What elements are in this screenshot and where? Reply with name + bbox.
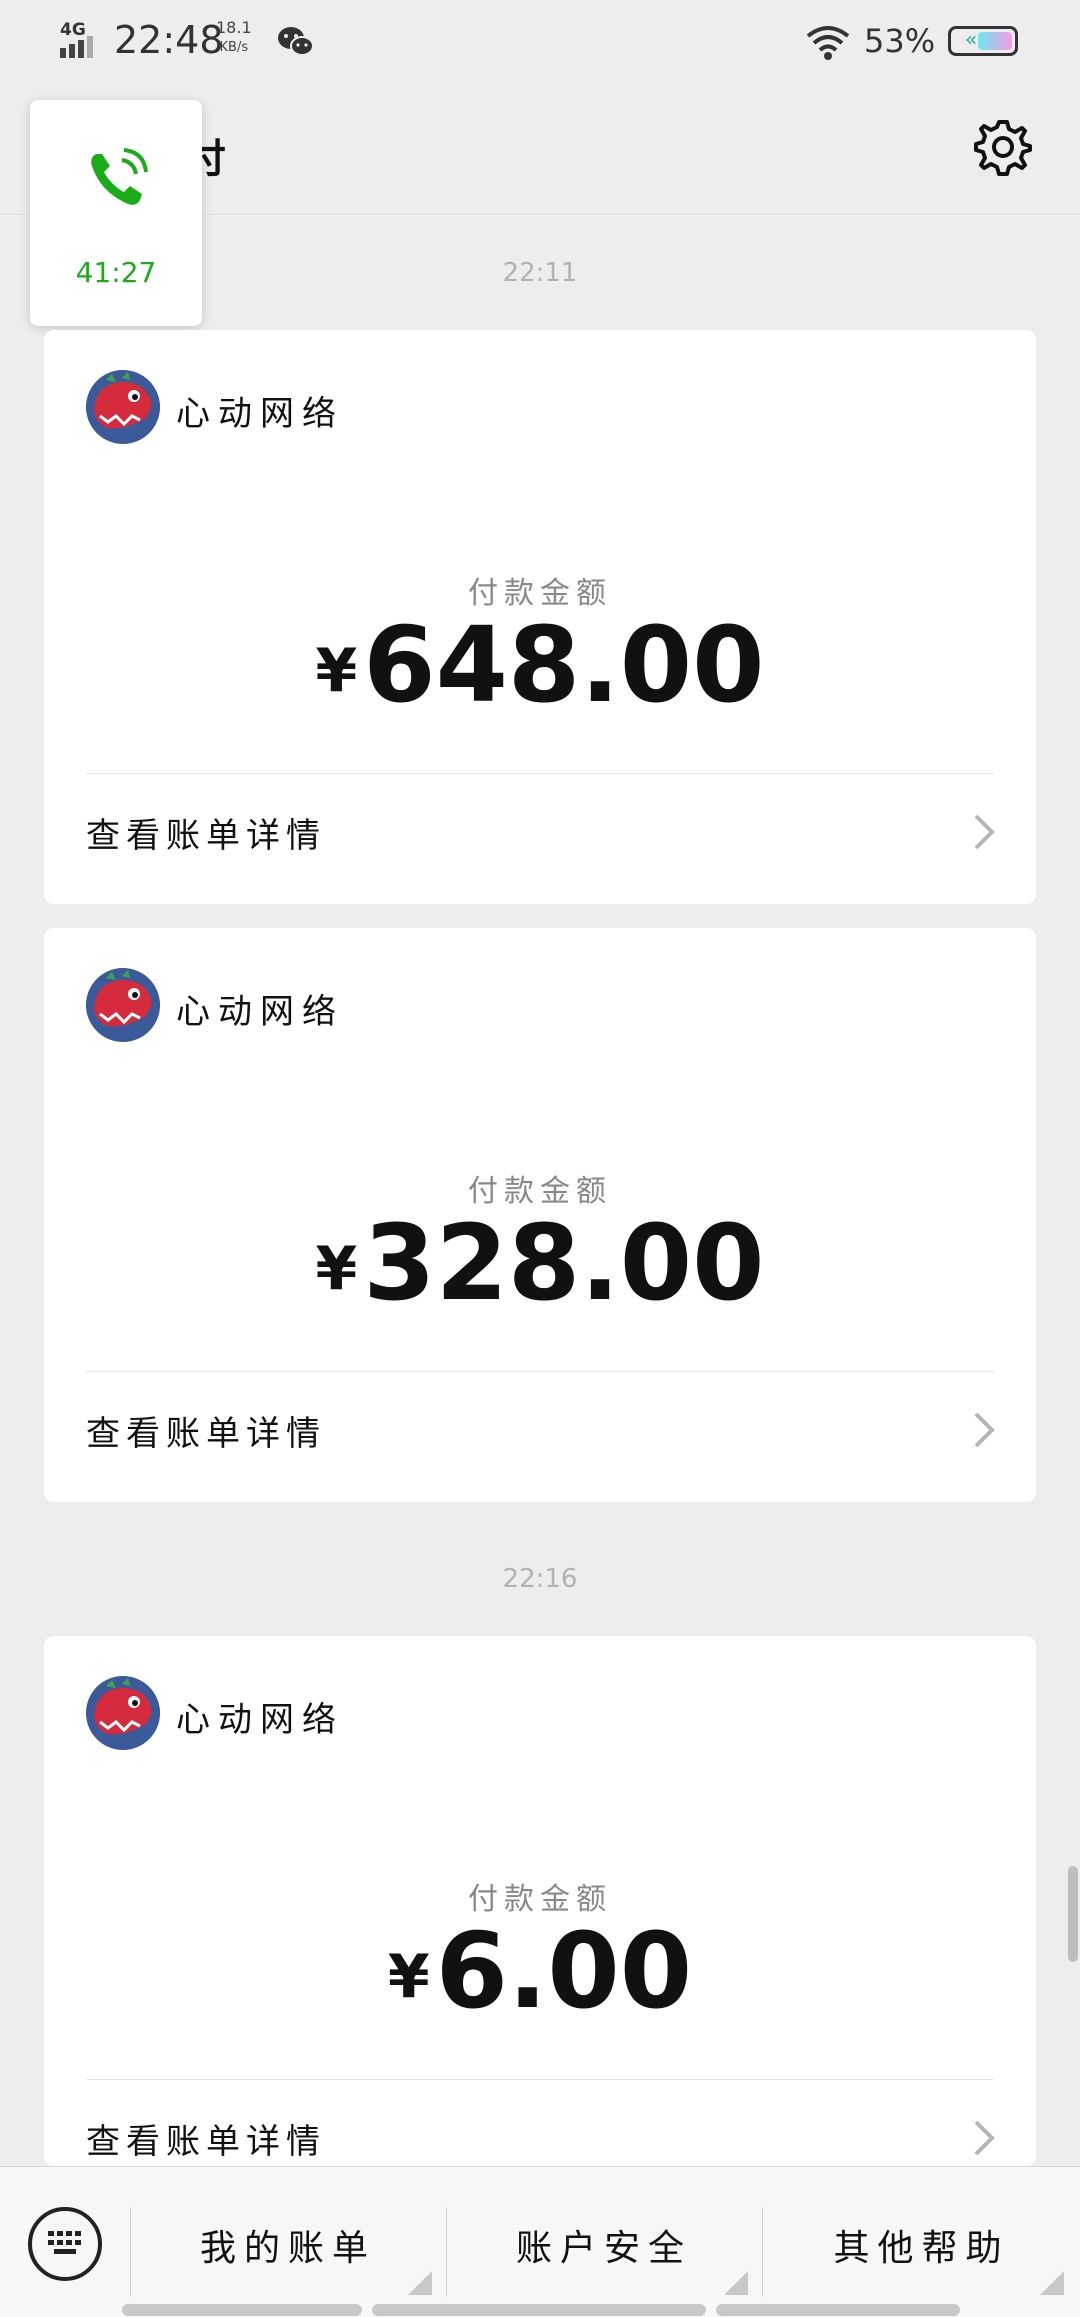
network-type: 4G [60,20,86,40]
timestamp: 22:11 [502,258,578,288]
amount-value: 648.00 [363,604,765,726]
merchant-name: 心动网络 [176,992,344,1032]
clock: 22:48 [114,18,224,62]
currency-symbol: ¥ [315,1234,358,1304]
bottom-menu: 我的账单 账户安全 其他帮助 [0,2166,1080,2317]
menu-account-security[interactable]: 账户安全 [447,2219,761,2279]
menu-other-help[interactable]: 其他帮助 [763,2219,1080,2279]
chevron-right-icon [974,1412,995,1448]
payment-amount: ¥6.00 [44,1916,1036,2026]
submenu-indicator [1040,2271,1064,2295]
payment-amount: ¥328.00 [44,1208,1036,1318]
wechat-icon [278,27,314,56]
payment-card[interactable]: 心动网络 付款金额 ¥648.00 查看账单详情 [44,330,1036,904]
signal-icon: 4G [58,20,104,60]
currency-symbol: ¥ [315,636,358,706]
network-speed: 18.1 KB/s [216,18,252,58]
keyboard-icon[interactable] [28,2207,102,2281]
timestamp: 22:16 [502,1564,578,1594]
chevron-right-icon [974,814,995,850]
merchant-name: 心动网络 [176,394,344,434]
divider [86,2079,994,2080]
wifi-icon [806,26,850,60]
amount-value: 6.00 [435,1910,693,2032]
submenu-indicator [408,2271,432,2295]
view-bill-details-link[interactable]: 查看账单详情 [86,808,326,857]
view-bill-details-link[interactable]: 查看账单详情 [86,2114,326,2163]
menu-underbar [122,2304,362,2316]
floating-call-window[interactable]: 41:27 [30,100,202,326]
payment-amount: ¥648.00 [44,610,1036,720]
merchant-avatar [86,1676,160,1750]
submenu-indicator [724,2271,748,2295]
phone-call-icon [91,148,148,205]
gear-icon[interactable] [972,116,1034,178]
merchant-name: 心动网络 [176,1700,344,1740]
divider [86,773,994,774]
merchant-avatar [86,968,160,1042]
merchant-avatar [86,370,160,444]
battery-percentage: 53% [864,22,936,60]
currency-symbol: ¥ [387,1942,430,2012]
menu-my-bills[interactable]: 我的账单 [131,2219,445,2279]
payment-card[interactable]: 心动网络 付款金额 ¥328.00 查看账单详情 [44,928,1036,1502]
amount-value: 328.00 [363,1202,765,1324]
status-bar: 4G 22:48 18.1 KB/s 53% « [0,0,1080,86]
payment-card[interactable]: 心动网络 付款金额 ¥6.00 查看账单详情 [44,1636,1036,2166]
speed-value: 18.1 [216,18,252,37]
view-bill-details-link[interactable]: 查看账单详情 [86,1406,326,1455]
scrollbar-thumb[interactable] [1068,1866,1078,1962]
divider [86,1371,994,1372]
battery-icon: « [948,26,1018,56]
chevron-right-icon [974,2120,995,2156]
menu-underbar [716,2304,960,2316]
speed-unit: KB/s [219,40,249,55]
menu-underbar [372,2304,706,2316]
